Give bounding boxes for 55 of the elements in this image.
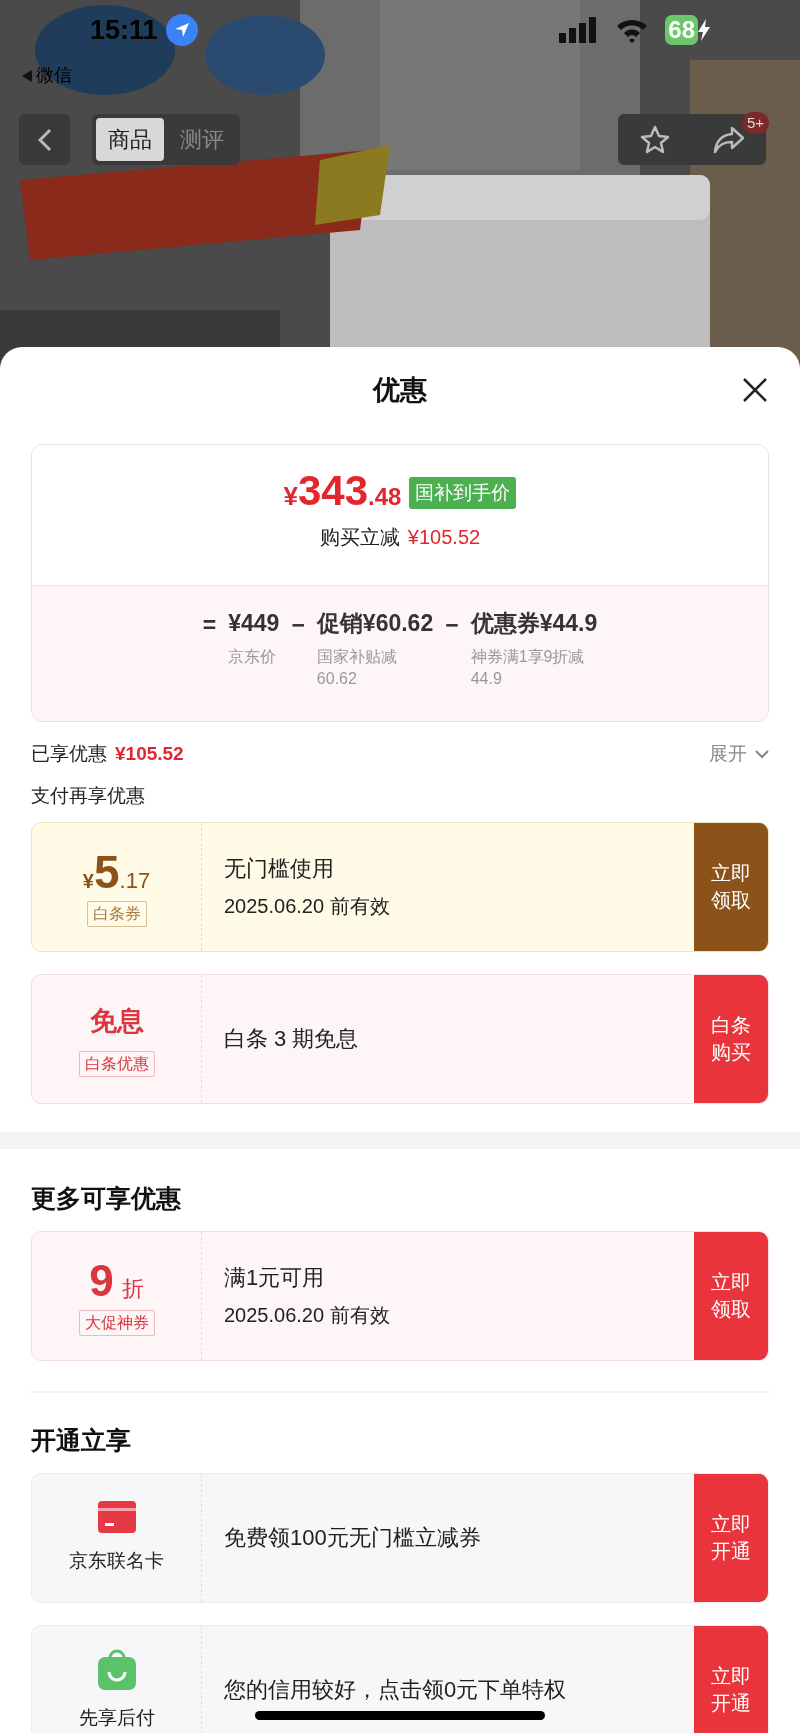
offer-validity: 2025.06.20 前有效 [224,894,391,919]
offer-label: 先享后付 [78,1705,155,1730]
breakdown-value: ¥449 [228,609,280,638]
claim-button[interactable]: 白条购买 [694,975,768,1103]
offer-title: 白条 3 期免息 [224,1025,360,1053]
saving-value: ¥105.52 [407,525,481,550]
status-time: 15:11 [90,13,158,47]
breakdown-note: 国家补贴减 60.62 [316,647,398,689]
offer-validity: 2025.06.20 前有效 [224,1303,391,1328]
star-icon[interactable] [639,124,670,155]
location-icon [165,14,198,46]
offer-title: 满1元可用 [224,1264,326,1292]
claim-button[interactable]: 立即开通 [694,1626,768,1733]
saving-label: 购买立减 [319,525,400,550]
breakdown-value: 优惠券¥44.9 [470,609,598,638]
claim-button[interactable]: 立即领取 [694,823,768,951]
shopping-bag-icon [97,1647,136,1690]
coupon-discount: 9 折 [89,1256,144,1306]
coupon-heading: 免息 [89,1005,144,1038]
enjoyed-label: 已享优惠 [31,741,107,766]
section-heading: 支付再享优惠 [31,783,146,808]
operator-sign: = [202,611,217,640]
coupon-tag: 白条优惠 [78,1051,155,1077]
sheet-title: 优惠 [373,373,427,407]
enjoyed-value: ¥105.52 [115,741,184,766]
share-icon[interactable] [712,125,745,154]
back-to-app-link[interactable]: 微信 [36,62,72,89]
offer-title: 无门槛使用 [224,855,335,883]
wifi-icon [615,17,650,43]
battery-level: 68 [665,15,698,45]
expand-button[interactable]: 展开 [709,739,769,769]
offer-title: 免费领100元无门槛立减券 [224,1524,482,1552]
back-triangle-icon [22,69,32,82]
section-heading: 开通立享 [31,1425,132,1457]
breakdown-note: 神券满1享9折减 44.9 [470,647,586,689]
breakdown-note: 京东价 [228,647,278,667]
credit-card-icon [97,1500,136,1533]
tab[interactable]: 测评 [168,118,236,161]
section-heading: 更多可享优惠 [31,1183,182,1215]
claim-button[interactable]: 立即开通 [694,1474,768,1602]
back-icon [37,127,52,152]
operator-sign: − [445,611,459,640]
offer-label: 京东联名卡 [69,1548,164,1573]
final-price: ¥343.48 [283,467,402,516]
chevron-down-icon [755,749,769,759]
price-tag: 国补到手价 [409,476,517,509]
back-button[interactable] [19,114,70,165]
coupon-amount: ¥5.17 [82,847,151,897]
coupon-tag: 白条券 [86,901,147,927]
breakdown-value: 促销¥60.62 [316,609,434,638]
claim-button[interactable]: 立即领取 [694,1232,768,1360]
operator-sign: − [291,611,305,640]
coupon-tag: 大促神券 [78,1310,155,1336]
tab[interactable]: 商品 [96,118,164,161]
offer-title: 您的信用较好，点击领0元下单特权 [224,1676,568,1704]
